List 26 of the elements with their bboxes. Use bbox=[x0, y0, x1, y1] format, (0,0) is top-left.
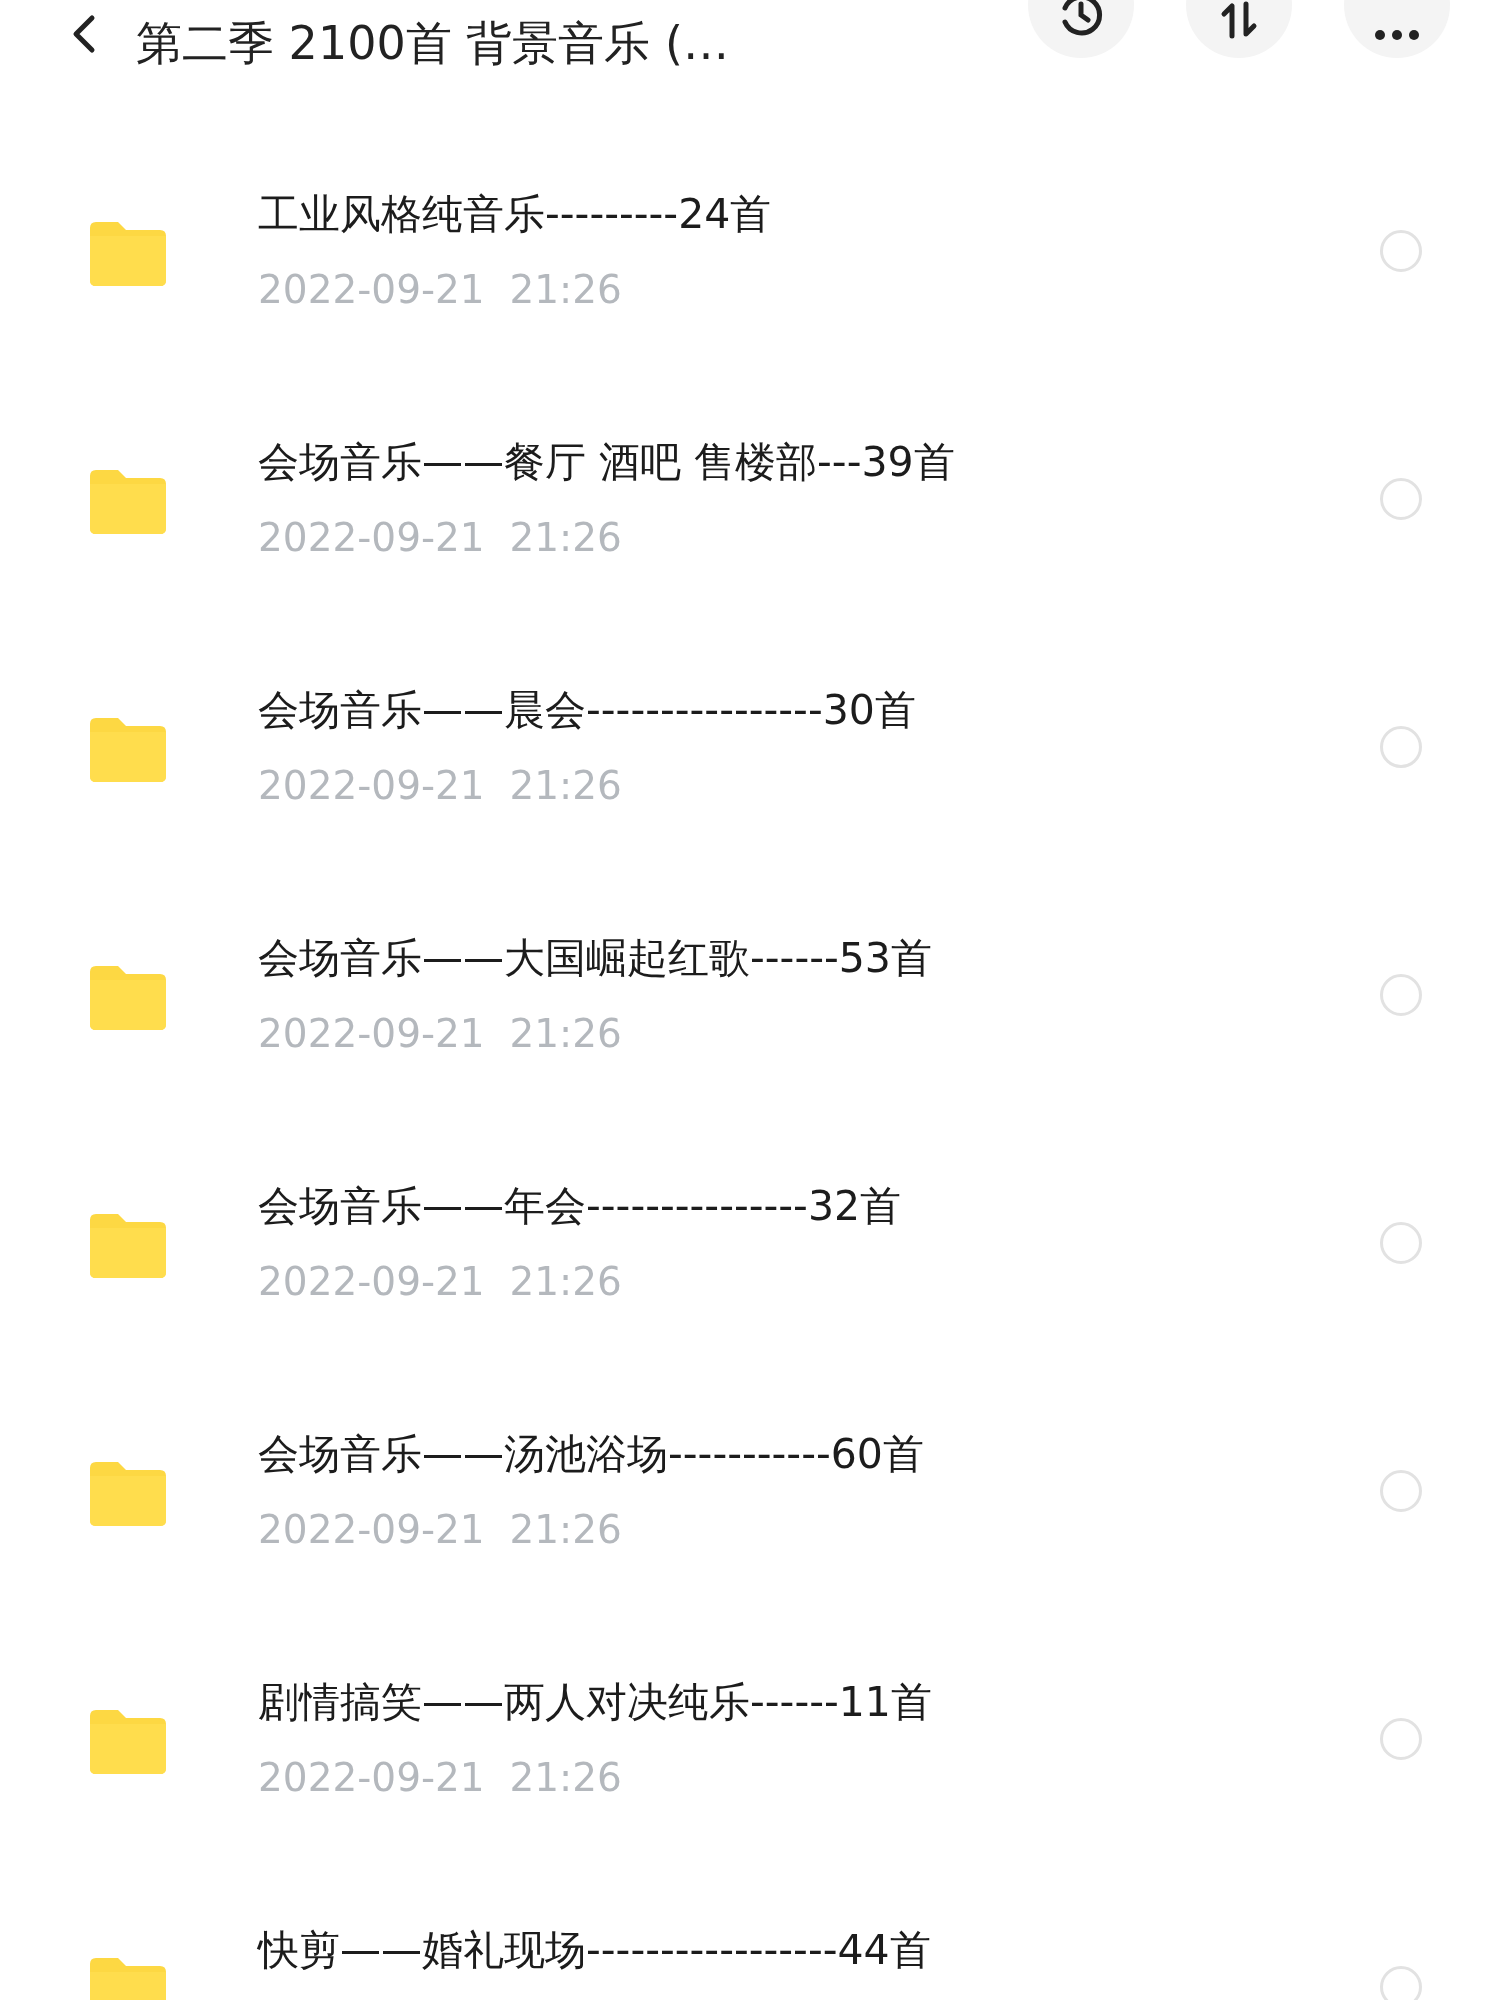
folder-name[interactable]: 快剪——婚礼现场-----------------44首 bbox=[258, 1924, 931, 1976]
sort-icon bbox=[1219, 0, 1259, 40]
select-radio[interactable] bbox=[1380, 478, 1422, 520]
folder-date: 2022-09-21 21:26 bbox=[258, 762, 622, 810]
folder-name[interactable]: 会场音乐——餐厅 酒吧 售楼部---39首 bbox=[258, 436, 955, 488]
folder-name[interactable]: 工业风格纯音乐---------24首 bbox=[258, 188, 772, 240]
folder-date: 2022-09-21 21:26 bbox=[258, 266, 622, 314]
select-radio[interactable] bbox=[1380, 974, 1422, 1016]
folder-name[interactable]: 会场音乐——大国崛起红歌------53首 bbox=[258, 932, 932, 984]
select-radio[interactable] bbox=[1380, 230, 1422, 272]
folder-date: 2022-09-21 21:26 bbox=[258, 1754, 622, 1802]
folder-name[interactable]: 剧情搞笑——两人对决纯乐------11首 bbox=[258, 1676, 932, 1728]
folder-date: 2022-09-21 21:26 bbox=[258, 1258, 622, 1306]
select-radio[interactable] bbox=[1380, 1966, 1422, 2000]
page-title: 第二季 2100首 背景音乐 (… bbox=[136, 20, 729, 66]
folder-date: 2022-09-21 21:26 bbox=[258, 514, 622, 562]
folder-name[interactable]: 会场音乐——汤池浴场-----------60首 bbox=[258, 1428, 924, 1480]
folder-name[interactable]: 会场音乐——年会---------------32首 bbox=[258, 1180, 902, 1232]
select-radio[interactable] bbox=[1380, 1718, 1422, 1760]
folder-date: 2022-09-21 21:26 bbox=[258, 1506, 622, 1554]
more-icon bbox=[1375, 30, 1419, 40]
select-radio[interactable] bbox=[1380, 1470, 1422, 1512]
folder-date: 2022-09-21 21:26 bbox=[258, 1010, 622, 1058]
select-radio[interactable] bbox=[1380, 1222, 1422, 1264]
folder-name[interactable]: 会场音乐——晨会----------------30首 bbox=[258, 684, 916, 736]
select-radio[interactable] bbox=[1380, 726, 1422, 768]
